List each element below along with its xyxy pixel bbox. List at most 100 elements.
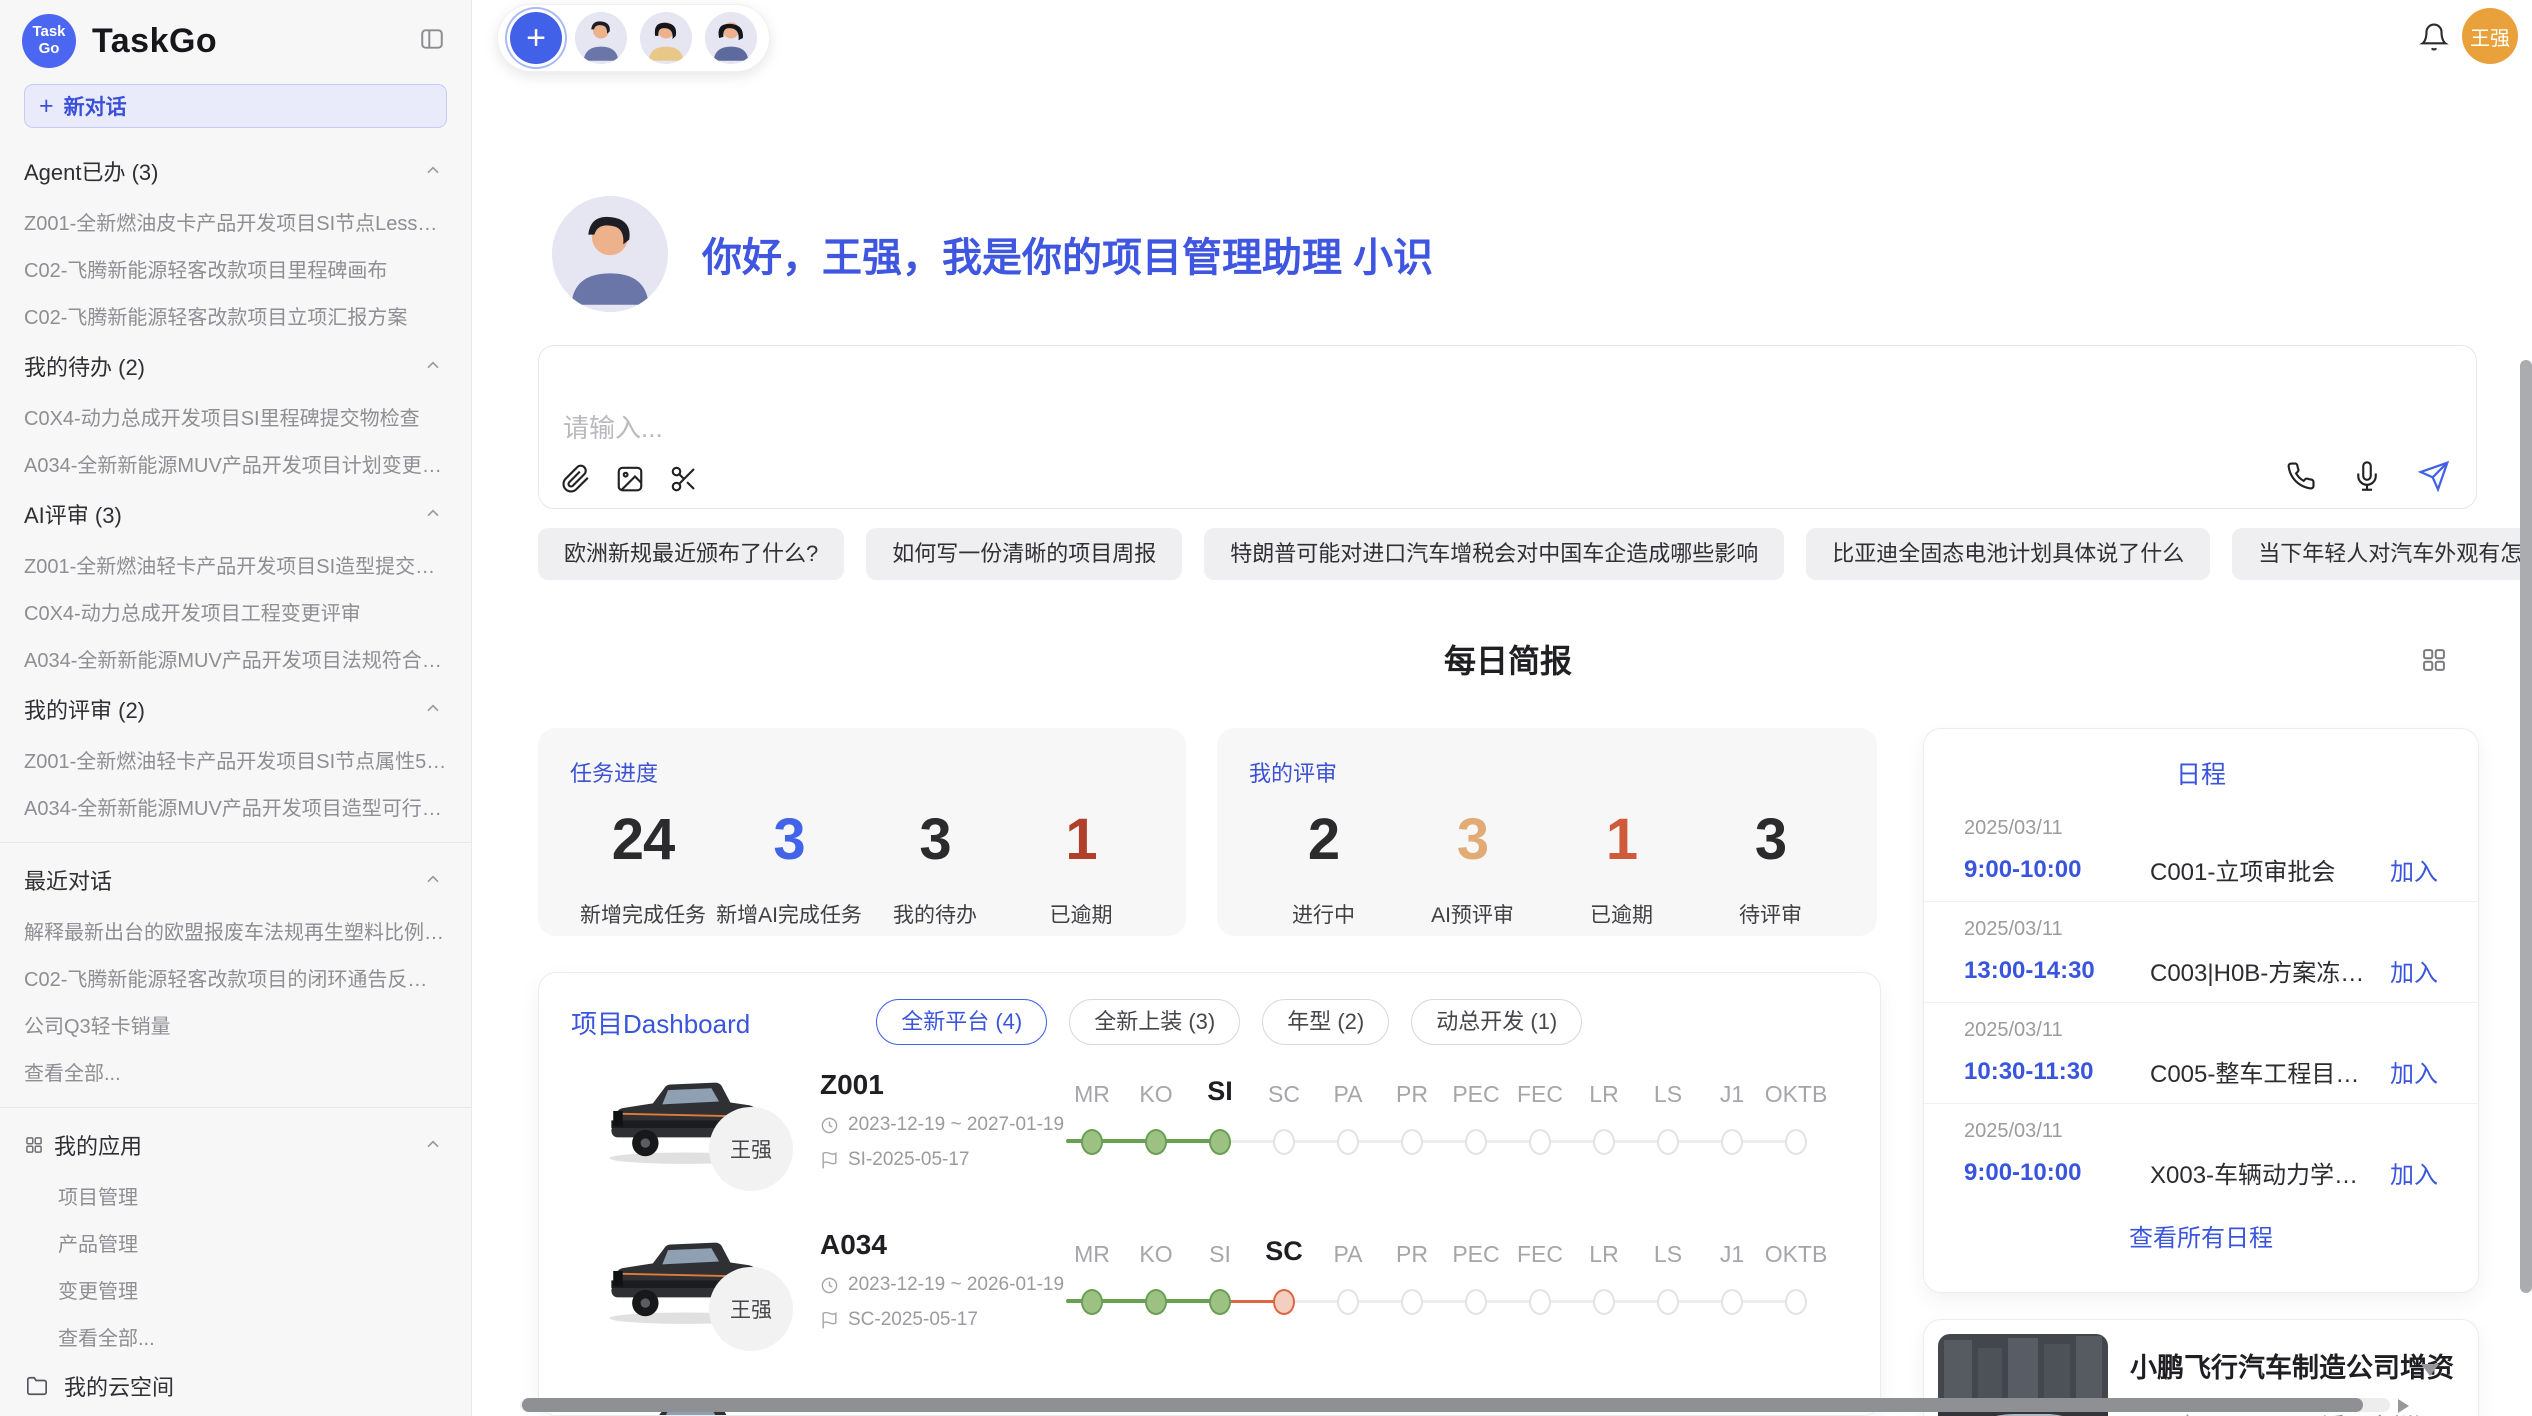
stat-label: 待评审 xyxy=(1696,899,1845,929)
event-name: X003-车辆动力学性能验... xyxy=(2150,1155,2374,1190)
dashboard-filter[interactable]: 年型 (2) xyxy=(1262,999,1389,1045)
project-flag-label: SC-2025-05-17 xyxy=(848,1309,978,1331)
milestone-dot xyxy=(1337,1129,1359,1155)
agent-avatar[interactable] xyxy=(705,12,757,64)
layout-grid-icon[interactable] xyxy=(2420,646,2448,674)
project-dates: 2023-12-19 ~ 2026-01-19 xyxy=(820,1274,1064,1296)
sidebar-item[interactable]: A034-全新新能源MUV产品开发项目法规符合性评审 xyxy=(0,635,471,682)
milestone-dot xyxy=(1209,1289,1231,1315)
event-date: 2025/03/11 xyxy=(1964,817,2438,840)
sidebar-apps-header[interactable]: 我的应用 xyxy=(0,1118,471,1172)
join-button[interactable]: 加入 xyxy=(2390,852,2438,887)
stat-value: 3 xyxy=(1696,806,1845,873)
sidebar-item[interactable]: C02-飞腾新能源轻客改款项目里程碑画布 xyxy=(0,245,471,292)
sidebar-item[interactable]: 查看全部... xyxy=(0,1048,471,1095)
event-time: 9:00-10:00 xyxy=(1964,1159,2150,1187)
cloud-space-label: 我的云空间 xyxy=(64,1370,174,1402)
section-3-header[interactable]: 我的评审 (2) xyxy=(0,682,471,736)
milestone-dot xyxy=(1081,1289,1103,1315)
section-2-header[interactable]: AI评审 (3) xyxy=(0,487,471,541)
sidebar-item[interactable]: Z001-全新燃油轻卡产品开发项目SI造型提交物评审 xyxy=(0,541,471,588)
milestone-dot xyxy=(1145,1289,1167,1315)
image-upload-icon[interactable] xyxy=(615,464,645,494)
chevron-up-icon xyxy=(423,870,443,890)
schedule-events: 2025/03/119:00-10:00C001-立项审批会加入2025/03/… xyxy=(1924,801,2478,1204)
collapse-sidebar-icon[interactable] xyxy=(419,26,445,52)
event-date: 2025/03/11 xyxy=(1964,1120,2438,1143)
dashboard-filter[interactable]: 动总开发 (1) xyxy=(1411,999,1582,1045)
sidebar-item[interactable]: C0X4-动力总成开发项目SI里程碑提交物检查 xyxy=(0,393,471,440)
sidebar-item-cloud-space[interactable]: 我的云空间 xyxy=(0,1360,471,1412)
suggestion-chip[interactable]: 欧洲新规最近颁布了什么? xyxy=(538,528,844,580)
scroll-right-arrow[interactable] xyxy=(2398,1399,2409,1413)
milestone-label: SI xyxy=(1188,1076,1252,1107)
schedule-title: 日程 xyxy=(1924,729,2478,791)
milestone-dot xyxy=(1337,1289,1359,1315)
project-date-range: 2023-12-19 ~ 2027-01-19 xyxy=(848,1114,1064,1136)
scroll-down-arrow[interactable] xyxy=(2421,1364,2439,1376)
event-name: C005-整车工程目标评审 xyxy=(2150,1054,2374,1089)
recent-chats-title: 最近对话 xyxy=(24,864,112,896)
microphone-icon[interactable] xyxy=(2352,461,2382,491)
dashboard-title: 项目Dashboard xyxy=(571,1004,750,1041)
section-0-title: Agent已办 (3) xyxy=(24,155,159,187)
recent-chats-header[interactable]: 最近对话 xyxy=(0,853,471,907)
stat-item: 24新增完成任务 xyxy=(570,806,716,929)
sidebar-item[interactable]: 公司Q3轻卡销量 xyxy=(0,1001,471,1048)
agent-avatar[interactable] xyxy=(575,12,627,64)
stat-label: 已逾期 xyxy=(1008,899,1154,929)
stat-card-title: 我的评审 xyxy=(1249,756,1845,788)
notifications-bell-icon[interactable] xyxy=(2419,22,2449,52)
sidebar-item[interactable]: 解释最新出台的欧盟报废车法规再生塑料比例被调至15%... xyxy=(0,907,471,954)
scissors-icon[interactable] xyxy=(669,464,699,494)
join-button[interactable]: 加入 xyxy=(2390,1155,2438,1190)
join-button[interactable]: 加入 xyxy=(2390,953,2438,988)
section-0-header[interactable]: Agent已办 (3) xyxy=(0,144,471,198)
stat-label: 已逾期 xyxy=(1547,899,1696,929)
sidebar-item[interactable]: Z001-全新燃油皮卡产品开发项目SI节点Lesson Learn报告 xyxy=(0,198,471,245)
sidebar-item[interactable]: C02-飞腾新能源轻客改款项目的闭环通告反馈情况 xyxy=(0,954,471,1001)
suggestion-chip[interactable]: 如何写一份清晰的项目周报 xyxy=(866,528,1182,580)
milestone-label: LR xyxy=(1572,1081,1636,1108)
milestone-label: KO xyxy=(1124,1241,1188,1268)
sidebar-app-item[interactable]: 产品管理 xyxy=(0,1219,471,1266)
send-icon[interactable] xyxy=(2418,460,2450,492)
section-1-header[interactable]: 我的待办 (2) xyxy=(0,339,471,393)
event-time: 13:00-14:30 xyxy=(1964,957,2150,985)
sidebar-app-item[interactable]: 变更管理 xyxy=(0,1266,471,1313)
sidebar-app-item[interactable]: 项目管理 xyxy=(0,1172,471,1219)
view-all-schedule-link[interactable]: 查看所有日程 xyxy=(1924,1218,2478,1253)
stat-item: 3新增AI完成任务 xyxy=(716,806,862,929)
milestone-dot xyxy=(1145,1129,1167,1155)
suggestion-chip[interactable]: 比亚迪全固态电池计划具体说了什么 xyxy=(1806,528,2210,580)
attachment-icon[interactable] xyxy=(561,464,591,494)
suggestion-chip[interactable]: 当下年轻人对汽车外观有怎样的喜好趋势 xyxy=(2232,528,2532,580)
suggestion-chip[interactable]: 特朗普可能对进口汽车增税会对中国车企造成哪些影响 xyxy=(1204,528,1784,580)
sidebar-item-favorites[interactable]: 我的收藏 xyxy=(0,1412,471,1416)
new-chat-button[interactable]: + 新对话 xyxy=(24,84,447,128)
chat-input-box[interactable]: 请输入... xyxy=(538,345,2477,509)
agent-avatar[interactable] xyxy=(640,12,692,64)
voice-call-icon[interactable] xyxy=(2286,461,2316,491)
dashboard-filter[interactable]: 全新平台 (4) xyxy=(876,999,1047,1045)
stat-value: 2 xyxy=(1249,806,1398,873)
horizontal-scrollbar[interactable] xyxy=(522,1398,2363,1412)
milestone-dot xyxy=(1593,1289,1615,1315)
stat-label: 新增完成任务 xyxy=(570,899,716,929)
sidebar-item[interactable]: A034-全新新能源MUV产品开发项目计划变更表编写 xyxy=(0,440,471,487)
sidebar-item[interactable]: C0X4-动力总成开发项目工程变更评审 xyxy=(0,588,471,635)
sidebar-item[interactable]: A034-全新新能源MUV产品开发项目造型可行性评审 xyxy=(0,783,471,830)
join-button[interactable]: 加入 xyxy=(2390,1054,2438,1089)
stat-value: 3 xyxy=(716,806,862,873)
add-agent-button[interactable]: + xyxy=(510,12,562,64)
sidebar-item[interactable]: C02-飞腾新能源轻客改款项目立项汇报方案 xyxy=(0,292,471,339)
project-code: Z001 xyxy=(820,1069,1064,1101)
milestone-label: PA xyxy=(1316,1081,1380,1108)
schedule-card: 日程 2025/03/119:00-10:00C001-立项审批会加入2025/… xyxy=(1923,728,2479,1293)
sidebar-app-item[interactable]: 查看全部... xyxy=(0,1313,471,1360)
vertical-scrollbar[interactable] xyxy=(2520,360,2532,1293)
clock-icon xyxy=(820,1276,839,1295)
sidebar-item[interactable]: Z001-全新燃油轻卡产品开发项目SI节点属性5D文件评审 xyxy=(0,736,471,783)
dashboard-filter[interactable]: 全新上装 (3) xyxy=(1069,999,1240,1045)
user-avatar[interactable]: 王强 xyxy=(2462,8,2518,64)
